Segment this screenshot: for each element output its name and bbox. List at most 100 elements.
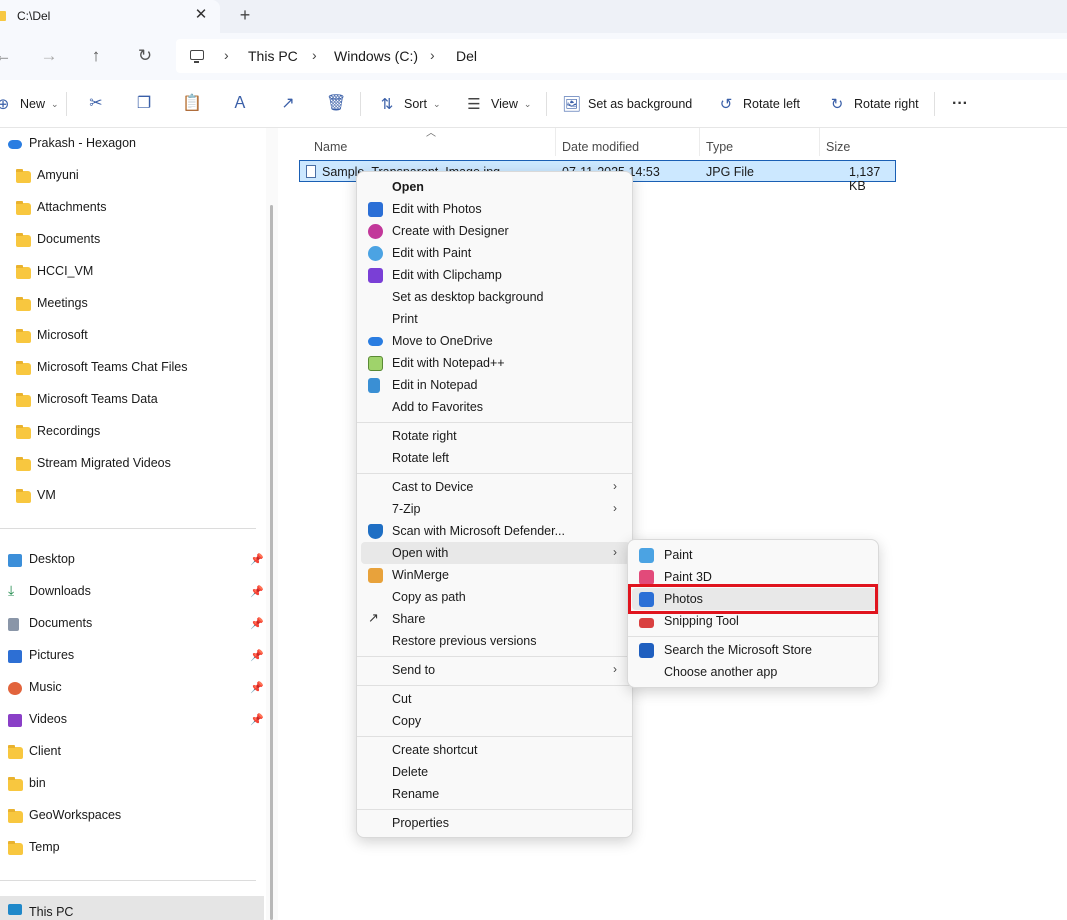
column-header-type[interactable]: Type <box>706 140 733 154</box>
menu-item-edit-with-photos[interactable]: Edit with Photos <box>361 198 630 220</box>
sidebar-folder[interactable]: Meetings <box>0 289 264 319</box>
sidebar-item-videos[interactable]: Videos 📌 <box>0 705 264 735</box>
menu-item-edit-with-paint[interactable]: Edit with Paint <box>361 242 630 264</box>
menu-item-rotate-left[interactable]: Rotate left <box>361 447 630 469</box>
sidebar-item-geoworkspaces[interactable]: GeoWorkspaces <box>0 801 264 831</box>
column-header-name[interactable]: Name <box>314 140 347 154</box>
menu-item-restore-previous-versions[interactable]: Restore previous versions <box>361 630 630 652</box>
sidebar-item-client[interactable]: Client <box>0 737 264 767</box>
up-icon[interactable]: ↑ <box>85 45 107 67</box>
menu-item-rename[interactable]: Rename <box>361 783 630 805</box>
menu-item-copy[interactable]: Copy <box>361 710 630 732</box>
sidebar-folder[interactable]: Microsoft <box>0 321 264 351</box>
menu-item-label: Edit with Photos <box>392 202 482 216</box>
menu-item-move-to-onedrive[interactable]: Move to OneDrive <box>361 330 630 352</box>
menu-item-label: Move to OneDrive <box>392 334 493 348</box>
rotate-right-button[interactable]: ↻ Rotate right <box>828 94 919 114</box>
sidebar-item-temp[interactable]: Temp <box>0 833 264 863</box>
new-button[interactable]: ⊕ New ⌄ <box>0 94 59 114</box>
menu-item-winmerge[interactable]: WinMerge <box>361 564 630 586</box>
submenu-item-paint[interactable]: Paint <box>632 544 876 566</box>
menu-item-edit-in-notepad[interactable]: Edit in Notepad <box>361 374 630 396</box>
pin-icon[interactable]: 📌 <box>250 681 264 694</box>
column-header-date[interactable]: Date modified <box>562 140 639 154</box>
forward-icon[interactable]: → <box>38 45 60 67</box>
menu-item-create-shortcut[interactable]: Create shortcut <box>361 739 630 761</box>
pin-icon[interactable]: 📌 <box>250 713 264 726</box>
rename-icon[interactable]: Ａ <box>230 94 250 114</box>
menu-item-print[interactable]: Print <box>361 308 630 330</box>
column-divider[interactable] <box>819 128 820 156</box>
sidebar-item-this-pc[interactable]: This PC <box>0 896 264 920</box>
submenu-item-choose-another-app[interactable]: Choose another app <box>632 661 876 683</box>
sidebar-item-documents[interactable]: Documents 📌 <box>0 609 264 639</box>
menu-item-cast-to-device[interactable]: Cast to Device › <box>361 476 630 498</box>
sidebar-item-onedrive[interactable]: Prakash - Hexagon <box>0 129 264 159</box>
menu-item-send-to[interactable]: Send to › <box>361 659 630 681</box>
breadcrumb-windows-c[interactable]: Windows (C:) <box>334 48 418 64</box>
menu-item-open-with[interactable]: Open with › <box>361 542 630 564</box>
sidebar-folder[interactable]: Microsoft Teams Data <box>0 385 264 415</box>
menu-item-delete[interactable]: Delete <box>361 761 630 783</box>
chevron-right-icon[interactable]: › <box>224 47 229 63</box>
sort-button[interactable]: ⇅ Sort ⌄ <box>378 94 441 114</box>
close-tab-icon[interactable]: ✕ <box>193 6 209 24</box>
sidebar-folder[interactable]: Microsoft Teams Chat Files <box>0 353 264 383</box>
menu-item-cut[interactable]: Cut <box>361 688 630 710</box>
view-button[interactable]: ☰ View ⌄ <box>465 94 531 114</box>
sidebar-folder[interactable]: Amyuni <box>0 161 264 191</box>
sidebar-scrollbar-thumb[interactable] <box>270 205 273 920</box>
sidebar-item-pictures[interactable]: Pictures 📌 <box>0 641 264 671</box>
sidebar-folder[interactable]: HCCI_VM <box>0 257 264 287</box>
paste-icon[interactable]: 📋 <box>182 94 202 114</box>
pin-icon[interactable]: 📌 <box>250 553 264 566</box>
submenu-item-microsoft-store[interactable]: Search the Microsoft Store <box>632 639 876 661</box>
sidebar-folder[interactable]: Recordings <box>0 417 264 447</box>
tab-c-del[interactable]: C:\Del ✕ <box>0 0 220 33</box>
chevron-right-icon[interactable]: › <box>430 47 435 63</box>
rotate-left-button[interactable]: ↺ Rotate left <box>717 94 800 114</box>
menu-item-scan-with-defender[interactable]: Scan with Microsoft Defender... <box>361 520 630 542</box>
column-header-size[interactable]: Size <box>826 140 850 154</box>
column-divider[interactable] <box>699 128 700 156</box>
menu-item-add-to-favorites[interactable]: Add to Favorites <box>361 396 630 418</box>
breadcrumb-this-pc[interactable]: This PC <box>248 48 298 64</box>
delete-icon[interactable]: 🗑 <box>326 94 346 114</box>
pin-icon[interactable]: 📌 <box>250 649 264 662</box>
pin-icon[interactable]: 📌 <box>250 617 264 630</box>
set-as-background-button[interactable]: 🖼 Set as background <box>562 94 692 114</box>
menu-item-copy-as-path[interactable]: Copy as path <box>361 586 630 608</box>
pin-icon[interactable]: 📌 <box>250 585 264 598</box>
column-divider[interactable] <box>555 128 556 156</box>
menu-item-edit-with-clipchamp[interactable]: Edit with Clipchamp <box>361 264 630 286</box>
sidebar-folder[interactable]: Documents <box>0 225 264 255</box>
copy-icon[interactable]: ❐ <box>134 94 154 114</box>
share-icon[interactable]: ↗ <box>278 94 298 114</box>
chevron-right-icon[interactable]: › <box>312 47 317 63</box>
back-icon[interactable]: ← <box>0 45 14 67</box>
menu-item-label: Edit in Notepad <box>392 378 478 392</box>
sidebar-item-desktop[interactable]: Desktop 📌 <box>0 545 264 575</box>
menu-item-create-with-designer[interactable]: Create with Designer <box>361 220 630 242</box>
sidebar-item-bin[interactable]: bin <box>0 769 264 799</box>
menu-item-open[interactable]: Open <box>361 176 630 198</box>
sidebar-folder[interactable]: Stream Migrated Videos <box>0 449 264 479</box>
breadcrumb-del[interactable]: Del <box>456 48 477 64</box>
address-bar[interactable]: › This PC › Windows (C:) › Del <box>176 39 1067 73</box>
sidebar-item-downloads[interactable]: ⤓ Downloads 📌 <box>0 577 264 607</box>
more-options-icon[interactable]: ··· <box>950 94 970 114</box>
menu-item-set-desktop-background[interactable]: Set as desktop background <box>361 286 630 308</box>
menu-item-properties[interactable]: Properties <box>361 812 630 834</box>
sidebar-folder[interactable]: Attachments <box>0 193 264 223</box>
sidebar-item-music[interactable]: Music 📌 <box>0 673 264 703</box>
cut-icon[interactable]: ✂ <box>86 94 106 114</box>
menu-item-share[interactable]: ↗ Share <box>361 608 630 630</box>
context-menu: Open Edit with Photos Create with Design… <box>356 171 633 838</box>
sidebar-folder[interactable]: VM <box>0 481 264 511</box>
menu-item-edit-with-notepadpp[interactable]: Edit with Notepad++ <box>361 352 630 374</box>
rotate-right-icon: ↻ <box>830 96 844 113</box>
new-tab-icon[interactable]: + <box>236 5 254 25</box>
menu-item-7zip[interactable]: 7-Zip › <box>361 498 630 520</box>
refresh-icon[interactable]: ↻ <box>134 45 156 67</box>
menu-item-rotate-right[interactable]: Rotate right <box>361 425 630 447</box>
